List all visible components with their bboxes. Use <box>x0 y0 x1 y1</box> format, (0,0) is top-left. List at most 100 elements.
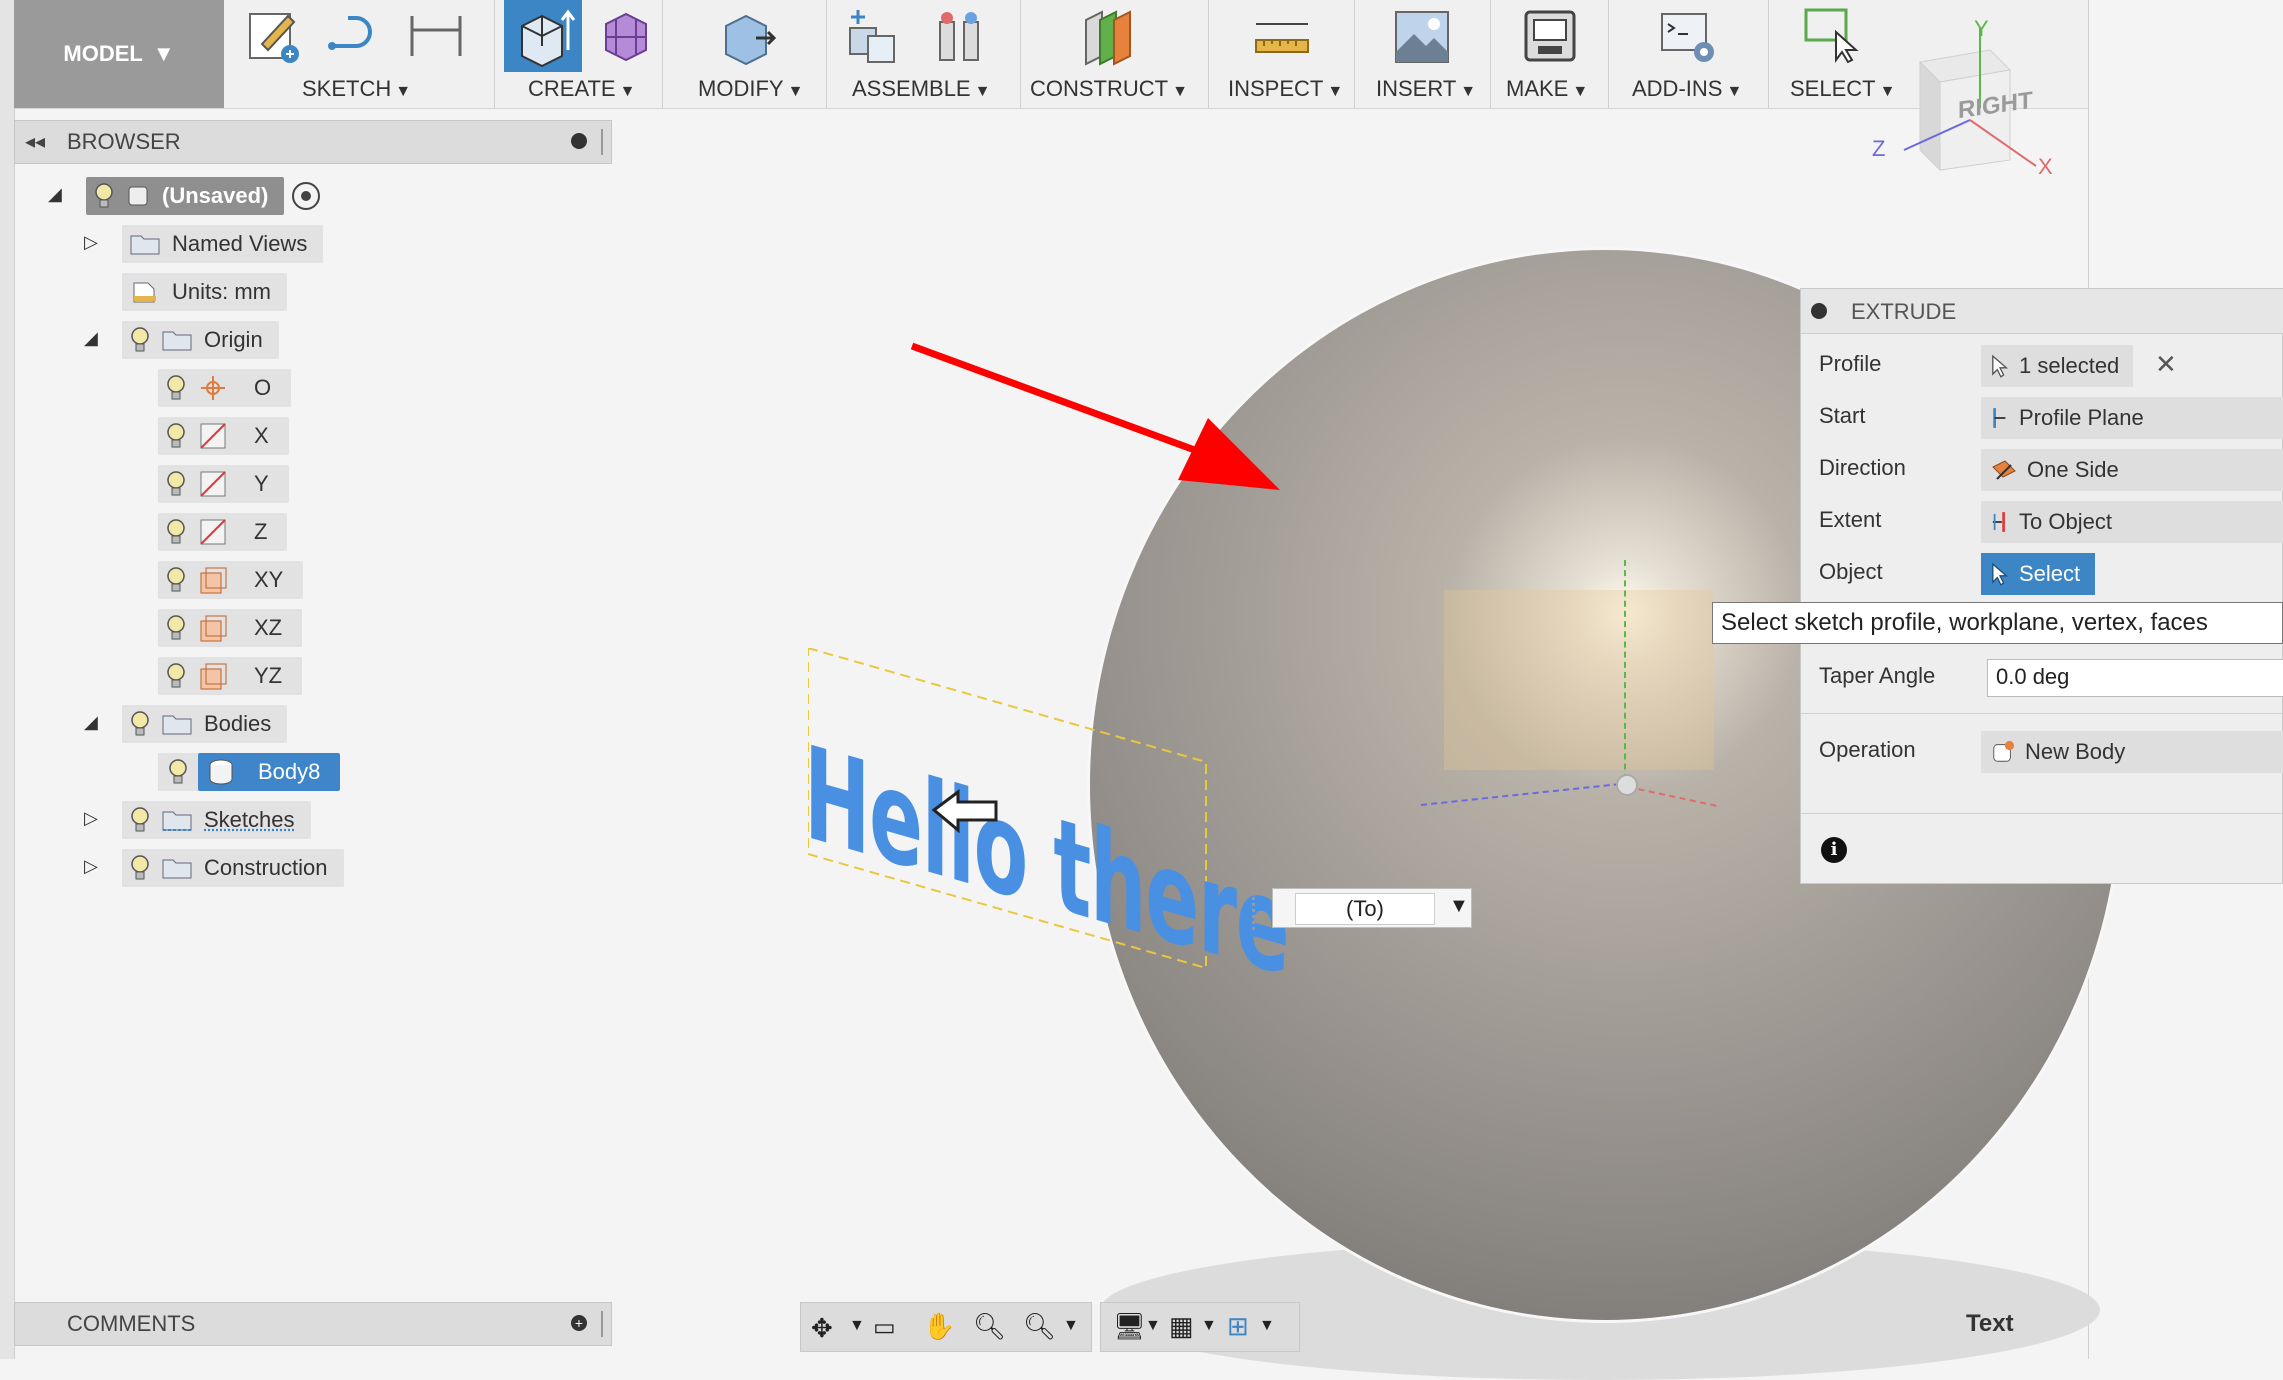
visibility-bulb-icon[interactable] <box>166 567 186 593</box>
3d-print-icon[interactable] <box>1520 6 1580 66</box>
toolbar-label-sketch[interactable]: SKETCH ▼ <box>302 76 411 102</box>
collapse-icon[interactable] <box>1811 303 1827 319</box>
tree-item-plane-xy[interactable]: XY <box>158 560 304 600</box>
origin-handle[interactable] <box>1616 774 1638 796</box>
visibility-bulb-icon[interactable] <box>130 807 150 833</box>
extrude-dialog-header[interactable]: EXTRUDE <box>1801 289 2283 334</box>
toolbar-label-add-ins[interactable]: ADD-INS ▼ <box>1632 76 1742 102</box>
insert-image-icon[interactable] <box>1392 6 1452 66</box>
collapse-triangle-icon[interactable]: ◢ <box>84 328 98 349</box>
visibility-bulb-icon[interactable] <box>166 375 186 401</box>
profile-selector[interactable]: 1 selected <box>1981 345 2133 387</box>
expand-icon[interactable]: + <box>571 1315 587 1331</box>
tree-root[interactable]: (Unsaved) <box>86 176 321 216</box>
new-component-icon[interactable] <box>842 6 902 66</box>
direction-dropdown[interactable]: One Side <box>1981 449 2283 491</box>
drag-handle-icon[interactable] <box>1252 886 1263 930</box>
tree-item-bodies[interactable]: Bodies <box>122 704 288 744</box>
tree-item-units[interactable]: Units: mm <box>122 272 287 312</box>
object-select-button[interactable]: Select <box>1981 553 2095 595</box>
toolbar-label-construct[interactable]: CONSTRUCT ▼ <box>1030 76 1188 102</box>
zoom-icon[interactable]: 🔍︎ <box>973 1311 1006 1342</box>
viewports-icon[interactable]: ⊞ <box>1227 1311 1249 1342</box>
select-window-icon[interactable] <box>1802 6 1862 66</box>
visibility-bulb-icon[interactable] <box>166 519 186 545</box>
expand-triangle-icon[interactable]: ▷ <box>84 856 98 877</box>
offset-plane-icon[interactable] <box>1078 6 1138 66</box>
display-settings-icon[interactable]: 🖥︎ <box>1113 1311 1146 1342</box>
operation-dropdown[interactable]: New Body <box>1981 731 2283 773</box>
create-sketch-icon[interactable] <box>242 6 302 66</box>
collapse-triangle-icon[interactable]: ◢ <box>48 184 62 205</box>
toolbar-group-insert[interactable]: INSERT ▼ <box>1358 0 1488 108</box>
extent-dropdown[interactable]: (To) ▼ <box>1272 888 1472 928</box>
clear-selection-icon[interactable]: ✕ <box>2155 349 2177 380</box>
grid-icon[interactable]: ▦ <box>1169 1311 1194 1342</box>
visibility-bulb-icon[interactable] <box>130 711 150 737</box>
chevron-down-icon[interactable]: ▼ <box>1201 1317 1217 1335</box>
expand-triangle-icon[interactable]: ▷ <box>84 232 98 253</box>
tree-item-axis-y[interactable]: Y <box>158 464 289 504</box>
tree-item-plane-xz[interactable]: XZ <box>158 608 303 648</box>
tree-item-construction[interactable]: Construction <box>122 848 344 888</box>
tree-item-plane-yz[interactable]: YZ <box>158 656 303 696</box>
chevron-down-icon[interactable]: ▼ <box>1145 1317 1161 1335</box>
comments-bar[interactable]: COMMENTS + <box>14 1302 612 1346</box>
body-visibility-cell[interactable] <box>158 753 198 791</box>
visibility-bulb-icon[interactable] <box>130 327 150 353</box>
collapse-panel-icon[interactable]: ◂◂ <box>25 129 45 154</box>
fit-icon[interactable]: 🔍︎ <box>1023 1311 1056 1342</box>
extent-type-dropdown[interactable]: To Object <box>1981 501 2283 543</box>
toolbar-group-construct[interactable]: CONSTRUCT ▼ <box>1024 0 1204 108</box>
chevron-down-icon[interactable]: ▼ <box>1449 895 1469 918</box>
extrude-icon[interactable] <box>504 0 582 72</box>
visibility-bulb-icon[interactable] <box>94 183 114 209</box>
toolbar-label-insert[interactable]: INSERT ▼ <box>1376 76 1476 102</box>
form-tool-icon[interactable] <box>596 6 656 66</box>
browser-header[interactable]: ◂◂ BROWSER <box>14 120 612 164</box>
tree-root-pill[interactable]: (Unsaved) <box>86 177 285 215</box>
orbit-icon[interactable]: ✥ <box>811 1313 833 1344</box>
tree-item-body[interactable]: Body8 <box>158 752 341 792</box>
line-tool-icon[interactable] <box>326 6 386 66</box>
collapse-triangle-icon[interactable]: ◢ <box>84 712 98 733</box>
chevron-down-icon[interactable]: ▼ <box>1063 1317 1079 1335</box>
pan-icon[interactable]: ✋ <box>923 1311 955 1342</box>
toolbar-label-inspect[interactable]: INSPECT ▼ <box>1228 76 1343 102</box>
taper-angle-input[interactable]: 0.0 deg <box>1987 659 2283 697</box>
tree-item-axis-z[interactable]: Z <box>158 512 288 552</box>
visibility-bulb-icon[interactable] <box>166 615 186 641</box>
start-dropdown[interactable]: Profile Plane <box>1981 397 2283 439</box>
chevron-down-icon[interactable]: ▼ <box>1259 1317 1275 1335</box>
press-pull-icon[interactable] <box>716 6 776 66</box>
toolbar-label-make[interactable]: MAKE ▼ <box>1506 76 1588 102</box>
visibility-bulb-icon[interactable] <box>166 663 186 689</box>
visibility-bulb-icon[interactable] <box>130 855 150 881</box>
tree-item-named-views[interactable]: Named Views <box>122 224 324 264</box>
info-icon[interactable]: i <box>1821 837 1847 863</box>
joint-icon[interactable] <box>930 6 990 66</box>
active-radio-icon[interactable] <box>292 182 321 210</box>
tree-item-origin[interactable]: Origin <box>122 320 279 360</box>
workspace-switcher[interactable]: MODEL ▼ <box>14 0 224 108</box>
toolbar-group-sketch[interactable]: SKETCH ▼ <box>230 0 490 108</box>
toolbar-group-modify[interactable]: MODIFY ▼ <box>666 0 826 108</box>
sketch-text-region[interactable]: Hello there <box>804 648 1288 1006</box>
tree-item-axis-x[interactable]: X <box>158 416 289 456</box>
tree-item-sketches[interactable]: Sketches <box>122 800 311 840</box>
measure-icon[interactable] <box>1252 6 1312 66</box>
resize-handle-icon[interactable] <box>601 1311 603 1337</box>
visibility-bulb-icon[interactable] <box>166 471 186 497</box>
expand-triangle-icon[interactable]: ▷ <box>84 808 98 829</box>
look-at-icon[interactable]: ▭ <box>873 1313 896 1342</box>
chevron-down-icon[interactable]: ▼ <box>849 1317 865 1335</box>
visibility-bulb-icon[interactable] <box>166 423 186 449</box>
toolbar-group-create[interactable]: CREATE ▼ <box>498 0 658 108</box>
toolbar-group-make[interactable]: MAKE ▼ <box>1494 0 1606 108</box>
tree-item-origin-point[interactable]: O <box>158 368 292 408</box>
toolbar-label-create[interactable]: CREATE ▼ <box>528 76 635 102</box>
dimension-tool-icon[interactable] <box>406 6 466 66</box>
toolbar-group-add-ins[interactable]: ADD-INS ▼ <box>1612 0 1766 108</box>
toolbar-label-modify[interactable]: MODIFY ▼ <box>698 76 803 102</box>
body-selected-pill[interactable]: Body8 <box>198 753 341 791</box>
